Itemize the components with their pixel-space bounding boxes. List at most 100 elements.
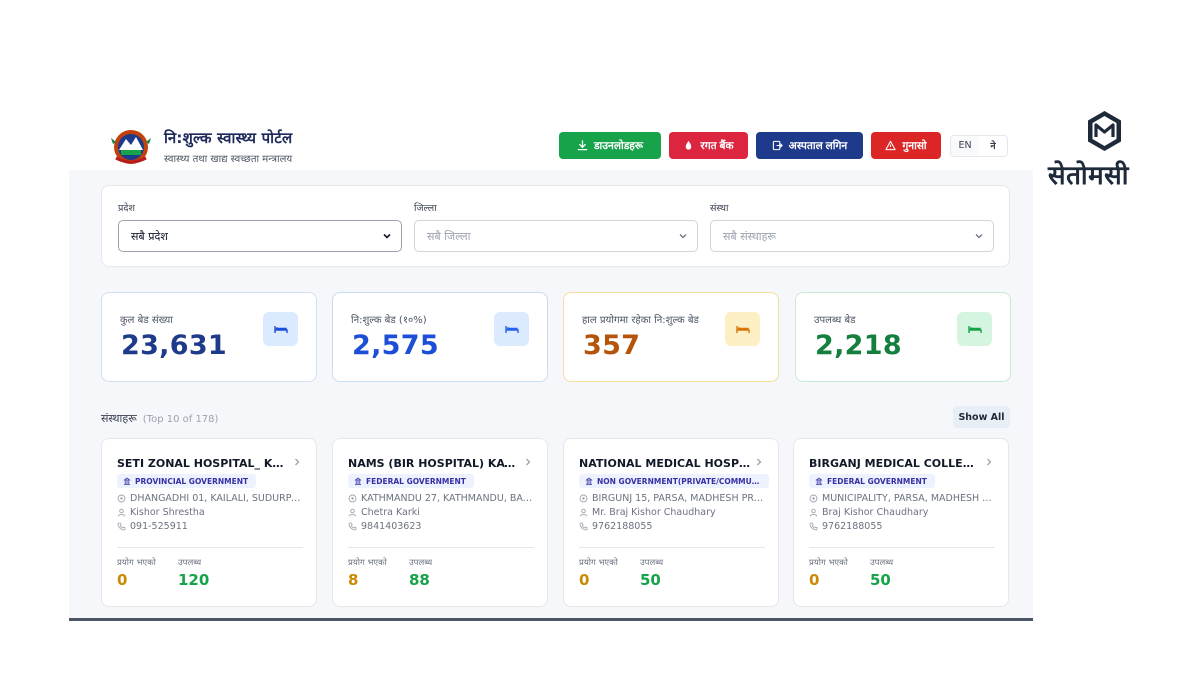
location-pin-icon (348, 494, 357, 503)
location-pin-icon (809, 494, 818, 503)
available-beds-value: 50 (870, 571, 891, 589)
title-block: नि:शुल्क स्वास्थ्य पोर्टल स्वास्थ्य तथा … (164, 128, 292, 165)
province-filter: प्रदेश सबै प्रदेश (118, 201, 402, 252)
blood-bank-button-label: रगत बैंक (700, 139, 734, 152)
used-beds-label: प्रयोग भएको (579, 558, 618, 568)
stat-card-total-beds: कुल बेड संख्या 23,631 (101, 292, 317, 382)
hospital-phone-row: 9762188055 (809, 521, 995, 532)
hospital-contact-person: Kishor Shrestha (130, 507, 205, 518)
downloads-button-label: डाउनलोडहरू (593, 139, 644, 152)
chevron-down-icon (975, 234, 983, 239)
nepal-emblem-icon[interactable] (110, 126, 152, 166)
hospital-phone: 9762188055 (592, 521, 653, 532)
hospital-card[interactable]: SETI ZONAL HOSPITAL_ KAILALI PROVINCIAL … (101, 438, 317, 607)
hospital-name[interactable]: NAMS (BIR HOSPITAL) KATHMANDU (348, 457, 520, 470)
app-subtitle: स्वास्थ्य तथा खाद्य स्वच्छता मन्त्रालय (164, 154, 293, 165)
user-icon (117, 508, 126, 517)
login-icon (772, 140, 783, 151)
warning-icon (885, 140, 896, 151)
hospital-phone: 091-525911 (130, 521, 188, 532)
used-beds-value: 0 (117, 571, 128, 589)
used-beds-label: प्रयोग भएको (809, 558, 848, 568)
complaint-button[interactable]: गुनासो (871, 132, 941, 159)
hospital-type-badge: PROVINCIAL GOVERNMENT (117, 474, 257, 488)
hospital-name[interactable]: SETI ZONAL HOSPITAL_ KAILALI (117, 457, 289, 470)
hospital-login-button[interactable]: अस्पताल लगिन (756, 132, 863, 159)
stat-card-free-beds-in-use: हाल प्रयोगमा रहेका नि:शुल्क बेड 357 (563, 292, 779, 382)
hospital-address: KATHMANDU 27, KATHMANDU, BAGMATI (361, 493, 534, 504)
chevron-right-icon[interactable] (754, 457, 764, 467)
hospital-address: BIRGUNJ 15, PARSA, MADHESH PRADESH (592, 493, 765, 504)
downloads-button[interactable]: डाउनलोडहरू (559, 132, 661, 159)
used-beds-label: प्रयोग भएको (348, 558, 387, 568)
chevron-right-icon[interactable] (292, 457, 302, 467)
hospital-name[interactable]: BIRGANJ MEDICAL COLLEGE TEACHING HOSPITA… (809, 457, 981, 470)
hospital-contact-row: Chetra Karki (348, 507, 534, 518)
building-icon (354, 477, 362, 485)
hospital-contact-row: Braj Kishor Chaudhary (809, 507, 995, 518)
lang-option-en[interactable]: EN (951, 135, 979, 156)
setomasi-logo-icon (1088, 111, 1121, 151)
hospital-card[interactable]: NAMS (BIR HOSPITAL) KATHMANDU FEDERAL GO… (332, 438, 548, 607)
lang-option-ne[interactable]: ने (979, 135, 1007, 156)
hospital-phone-row: 9841403623 (348, 521, 534, 532)
hospital-type: FEDERAL GOVERNMENT (366, 476, 466, 486)
hospital-login-button-label: अस्पताल लगिन (788, 139, 848, 152)
institution-select[interactable]: सबै संस्थाहरू (710, 220, 994, 252)
stat-card-available-beds: उपलब्ध बेड 2,218 (795, 292, 1011, 382)
hospital-type: NON GOVERNMENT(PRIVATE/COMMUNITY) (597, 476, 761, 486)
language-toggle: EN ने (950, 134, 1008, 157)
district-select[interactable]: सबै जिल्ला (414, 220, 698, 252)
chevron-right-icon[interactable] (523, 457, 533, 467)
available-beds-label: उपलब्ध (640, 558, 664, 568)
bed-icon (504, 326, 519, 333)
blood-drop-icon (686, 140, 692, 150)
stat-icon-box (957, 312, 992, 346)
hospital-contact-row: Kishor Shrestha (117, 507, 303, 518)
hospital-address-row: BIRGUNJ 15, PARSA, MADHESH PRADESH (579, 493, 765, 504)
phone-icon (348, 522, 357, 531)
available-beds-label: उपलब्ध (178, 558, 202, 568)
app-title: नि:शुल्क स्वास्थ्य पोर्टल (164, 129, 293, 147)
blood-bank-button[interactable]: रगत बैंक (669, 132, 748, 159)
stat-label: नि:शुल्क बेड (१०%) (351, 315, 427, 326)
institution-filter: संस्था सबै संस्थाहरू (710, 201, 994, 252)
stat-label: हाल प्रयोगमा रहेका नि:शुल्क बेड (582, 315, 699, 326)
institutions-count: (Top 10 of 178) (142, 414, 219, 425)
used-beds-value: 0 (579, 571, 590, 589)
stat-icon-box (494, 312, 529, 346)
chevron-right-icon[interactable] (984, 457, 994, 467)
hospital-type: PROVINCIAL GOVERNMENT (135, 476, 249, 486)
complaint-button-label: गुनासो (902, 139, 927, 152)
available-beds-label: उपलब्ध (409, 558, 433, 568)
hospital-contact-person: Mr. Braj Kishor Chaudhary (592, 507, 716, 518)
institution-select-placeholder: सबै संस्थाहरू (723, 229, 776, 243)
hospital-type-badge: FEDERAL GOVERNMENT (809, 474, 935, 488)
used-beds-value: 8 (348, 571, 359, 589)
hospital-card[interactable]: BIRGANJ MEDICAL COLLEGE TEACHING HOSPITA… (793, 438, 1009, 607)
hospital-type: FEDERAL GOVERNMENT (827, 476, 927, 486)
show-all-button[interactable]: Show All (953, 406, 1010, 428)
hospital-phone: 9762188055 (822, 521, 883, 532)
bed-icon (273, 326, 288, 333)
province-select-value: सबै प्रदेश (131, 229, 168, 243)
user-icon (809, 508, 818, 517)
building-icon (123, 477, 131, 485)
stat-value: 2,575 (352, 330, 439, 361)
available-beds-label: उपलब्ध (870, 558, 894, 568)
stat-icon-box (263, 312, 298, 346)
brand-name: सेतोमसी (1048, 161, 1129, 191)
card-divider (579, 547, 765, 548)
hospital-address-row: KATHMANDU 27, KATHMANDU, BAGMATI (348, 493, 534, 504)
hospital-card[interactable]: NATIONAL MEDICAL HOSPITAL NON GOVERNMENT… (563, 438, 779, 607)
province-select[interactable]: सबै प्रदेश (118, 220, 402, 252)
hospital-phone-row: 091-525911 (117, 521, 303, 532)
available-beds-value: 50 (640, 571, 661, 589)
hospital-name[interactable]: NATIONAL MEDICAL HOSPITAL (579, 457, 751, 470)
app-header: नि:शुल्क स्वास्थ्य पोर्टल स्वास्थ्य तथा … (100, 118, 1020, 170)
user-icon (348, 508, 357, 517)
hospital-phone: 9841403623 (361, 521, 422, 532)
phone-icon (579, 522, 588, 531)
brand-watermark: सेतोमसी (1046, 108, 1166, 192)
stat-value: 23,631 (121, 330, 227, 361)
